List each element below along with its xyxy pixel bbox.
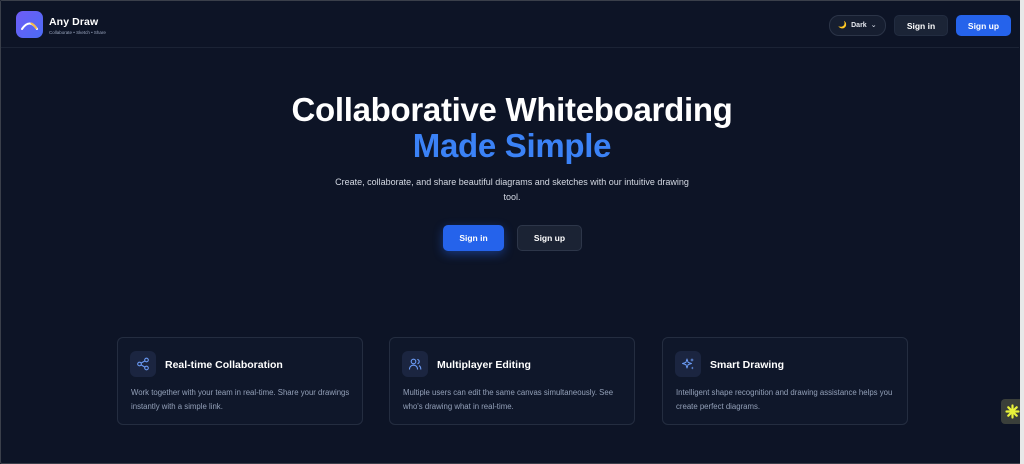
moon-icon: 🌙 [838, 22, 848, 29]
top-navbar: Any Draw Collaborate • Sketch • Share 🌙 … [1, 1, 1019, 48]
app-logo[interactable] [16, 11, 43, 38]
users-icon [402, 351, 428, 377]
feature-card-smart: Smart Drawing Intelligent shape recognit… [662, 337, 908, 425]
hero-signup-button[interactable]: Sign up [517, 225, 582, 251]
feature-description: Multiple users can edit the same canvas … [403, 388, 614, 411]
header-signup-button[interactable]: Sign up [956, 15, 1011, 36]
feature-description: Intelligent shape recognition and drawin… [676, 388, 893, 411]
feature-card-multiplayer: Multiplayer Editing Multiple users can e… [389, 337, 635, 425]
header-signin-button[interactable]: Sign in [894, 15, 948, 36]
hero-title-accent: Made Simple [412, 127, 612, 164]
brand-name[interactable]: Any Draw [49, 16, 98, 28]
hero-subtitle: Create, collaborate, and share beautiful… [335, 177, 689, 202]
theme-label: Dark [851, 22, 867, 29]
theme-toggle-button[interactable]: 🌙 Dark ⌄ [829, 15, 886, 36]
feature-title: Multiplayer Editing [437, 359, 531, 371]
share-icon [130, 351, 156, 377]
feature-description: Work together with your team in real-tim… [131, 388, 350, 411]
sparkles-icon [675, 351, 701, 377]
feature-card-realtime: Real-time Collaboration Work together wi… [117, 337, 363, 425]
hero-title: Collaborative Whiteboarding [291, 91, 733, 128]
feature-title: Smart Drawing [710, 359, 785, 371]
brand-tagline: Collaborate • Sketch • Share [49, 30, 106, 35]
brush-arc-icon [21, 22, 38, 30]
hero-signin-button[interactable]: Sign in [443, 225, 504, 251]
feature-title: Real-time Collaboration [165, 359, 283, 371]
asterisk-icon [1005, 404, 1020, 419]
chevron-down-icon: ⌄ [870, 22, 877, 29]
scrollbar-edge [1020, 0, 1024, 464]
